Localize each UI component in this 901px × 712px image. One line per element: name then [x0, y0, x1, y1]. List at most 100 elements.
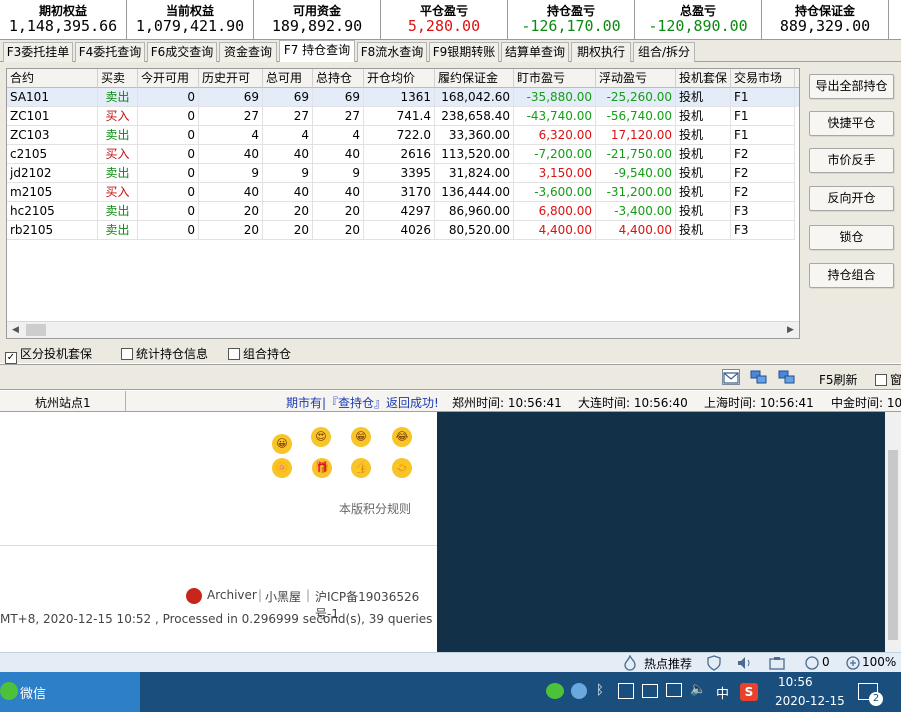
cell-direction: 卖出: [98, 88, 138, 107]
wechat-tray-icon[interactable]: [546, 683, 564, 699]
market-reverse-button[interactable]: 市价反手: [809, 148, 894, 173]
cell-today-open: 0: [138, 145, 199, 164]
table-row[interactable]: m2105 买入 0 40 40 40 3170 136,444.00 -3,600.00 -31…: [7, 183, 799, 202]
table-row[interactable]: rb2105 卖出 0 20 20 20 4026 80,520.00 4,400.00 4,40…: [7, 221, 799, 240]
clock-time[interactable]: 10:56: [778, 675, 813, 689]
lock-position-button[interactable]: 锁仓: [809, 225, 894, 250]
window-checkbox[interactable]: 窗: [875, 371, 901, 388]
col-header-open-avg[interactable]: 开仓均价: [364, 69, 435, 88]
network-icon[interactable]: [750, 369, 768, 385]
table-row[interactable]: c2105 买入 0 40 40 40 2616 113,520.00 -7,200.00 -21…: [7, 145, 799, 164]
emoji-icon[interactable]: 😁: [351, 427, 371, 447]
col-header-mtm-pnl[interactable]: 盯市盈亏: [514, 69, 596, 88]
wechat-taskbar-item[interactable]: 微信: [0, 672, 140, 712]
bluetooth-icon[interactable]: ᛒ: [596, 683, 604, 698]
shield-icon[interactable]: [706, 655, 722, 671]
table-row[interactable]: hc2105 卖出 0 20 20 20 4297 86,960.00 6,800.00 -3,4…: [7, 202, 799, 221]
checkbox-hedge-distinguish[interactable]: ✓ 区分投机套保: [5, 345, 92, 364]
ad-block-icon[interactable]: [804, 655, 820, 671]
security-tray-icon[interactable]: [618, 683, 634, 699]
col-header-history-open[interactable]: 历史开可: [199, 69, 263, 88]
table-row[interactable]: SA101 卖出 0 69 69 69 1361 168,042.60 -35,880.00 -2…: [7, 88, 799, 107]
site-link[interactable]: 小黑屋: [265, 588, 301, 605]
mail-icon[interactable]: [722, 369, 740, 385]
position-combo-button[interactable]: 持仓组合: [809, 263, 894, 288]
horizontal-scrollbar[interactable]: ◀ ▶: [7, 321, 799, 338]
clock-date[interactable]: 2020-12-15: [775, 694, 845, 708]
col-header-direction[interactable]: 买卖: [98, 69, 138, 88]
tab-combo-split[interactable]: 组合/拆分: [633, 42, 695, 62]
col-header-total-position[interactable]: 总持仓: [313, 69, 364, 88]
extension-icon[interactable]: [768, 655, 786, 671]
volume-icon[interactable]: 🔈: [690, 682, 706, 697]
tab-trade-query[interactable]: F6成交查询: [147, 42, 217, 62]
cell-margin: 113,520.00: [435, 145, 514, 164]
emoji-icon[interactable]: 😂: [392, 427, 412, 447]
col-header-hedge-flag[interactable]: 投机套保: [676, 69, 731, 88]
checkbox-box[interactable]: [121, 348, 133, 360]
quick-close-button[interactable]: 快捷平仓: [809, 111, 894, 136]
tab-option-exercise[interactable]: 期权执行: [571, 42, 631, 62]
hot-news-icon[interactable]: [622, 654, 638, 671]
connection-icon[interactable]: [778, 369, 796, 385]
summary-value: 1,079,421.90: [135, 17, 245, 35]
tab-settlement-query[interactable]: 结算单查询: [501, 42, 569, 62]
checkbox-box[interactable]: [875, 374, 887, 386]
cell-history-open: 40: [199, 145, 263, 164]
dalian-time: 大连时间: 10:56:40: [578, 396, 688, 410]
checkbox-box[interactable]: ✓: [5, 352, 17, 364]
archiver-link[interactable]: Archiver: [207, 588, 257, 602]
status-bar: 杭州站点1 期市有|『查持仓』返回成功! 郑州时间: 10:56:41 大连时间…: [0, 391, 901, 412]
col-header-today-open[interactable]: 今开可用: [138, 69, 199, 88]
emoji-icon[interactable]: 🤝: [392, 458, 412, 478]
tab-order-query[interactable]: F4委托查询: [75, 42, 145, 62]
input-language[interactable]: 中: [716, 683, 729, 702]
cell-hedge-flag: 投机: [676, 221, 731, 240]
tab-position-query[interactable]: F7 持仓查询: [279, 40, 355, 62]
col-header-contract[interactable]: 合约: [7, 69, 98, 88]
monitor-icon[interactable]: [666, 683, 682, 697]
tab-funds-query[interactable]: 资金查询: [219, 42, 277, 62]
cell-today-open: 0: [138, 221, 199, 240]
refresh-label[interactable]: F5刷新: [819, 371, 858, 388]
board-rules-link[interactable]: 本版积分规则: [339, 500, 411, 517]
checkbox-combo-positions[interactable]: 组合持仓: [228, 345, 291, 362]
table-row[interactable]: jd2102 卖出 0 9 9 9 3395 31,824.00 3,150.00 -9,540.…: [7, 164, 799, 183]
cell-direction: 卖出: [98, 164, 138, 183]
zoom-level[interactable]: 100%: [862, 655, 896, 669]
emoji-icon[interactable]: 👍: [351, 458, 371, 478]
emoji-icon[interactable]: 🌼: [272, 458, 292, 478]
vertical-scroll-thumb[interactable]: [888, 450, 898, 640]
battery-icon[interactable]: [642, 684, 658, 698]
tab-bank-transfer[interactable]: F9银期转账: [429, 42, 499, 62]
col-header-float-pnl[interactable]: 浮动盈亏: [596, 69, 676, 88]
scroll-thumb[interactable]: [26, 324, 46, 336]
tab-pending-orders[interactable]: F3委托挂单: [3, 42, 73, 62]
emoji-icon[interactable]: 🎁: [312, 458, 332, 478]
summary-value: -126,170.00: [521, 17, 621, 35]
emoji-icon[interactable]: 😀: [272, 434, 292, 454]
sogou-icon[interactable]: S: [740, 683, 758, 701]
table-row[interactable]: ZC103 卖出 0 4 4 4 722.0 33,360.00 6,320.00 17,120.…: [7, 126, 799, 145]
col-header-total-available[interactable]: 总可用: [263, 69, 313, 88]
checkbox-position-stats[interactable]: 统计持仓信息: [121, 345, 208, 362]
export-all-positions-button[interactable]: 导出全部持仓: [809, 74, 894, 99]
cell-direction: 买入: [98, 145, 138, 164]
cell-hedge-flag: 投机: [676, 202, 731, 221]
cell-contract: hc2105: [7, 202, 98, 221]
col-header-exchange[interactable]: 交易市场: [731, 69, 795, 88]
cell-open-avg: 4297: [364, 202, 435, 221]
cell-contract: jd2102: [7, 164, 98, 183]
col-header-margin[interactable]: 履约保证金: [435, 69, 514, 88]
globe-tray-icon[interactable]: [571, 683, 587, 699]
scroll-left-icon[interactable]: ◀: [7, 322, 24, 338]
speaker-icon[interactable]: [736, 655, 754, 671]
tab-flow-query[interactable]: F8流水查询: [357, 42, 427, 62]
zoom-icon[interactable]: [845, 655, 861, 671]
table-row[interactable]: ZC101 买入 0 27 27 27 741.4 238,658.40 -43,740.00-…: [7, 107, 799, 126]
reverse-open-button[interactable]: 反向开仓: [809, 186, 894, 211]
checkbox-box[interactable]: [228, 348, 240, 360]
scroll-right-icon[interactable]: ▶: [782, 322, 799, 338]
emoji-icon[interactable]: 😍: [311, 427, 331, 447]
hot-news-label[interactable]: 热点推荐: [644, 655, 692, 672]
